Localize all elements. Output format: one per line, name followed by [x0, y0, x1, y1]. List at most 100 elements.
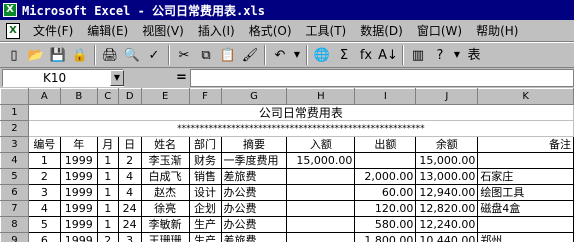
cell[interactable]: 赵杰 [140, 184, 190, 201]
cell[interactable]: 15,000.00 [286, 152, 356, 169]
menu-window[interactable]: 窗口(W) [410, 22, 469, 39]
paste-icon[interactable]: 📋 [217, 44, 239, 66]
cell[interactable]: 1999 [59, 184, 98, 201]
column-header[interactable]: C [96, 88, 119, 105]
open-icon[interactable]: 📂 [25, 44, 47, 66]
copy-icon[interactable]: ⧉ [195, 44, 217, 66]
cell[interactable]: 办公费 [220, 216, 288, 233]
cell[interactable]: 6 [27, 232, 61, 242]
cell[interactable]: 郑州 [477, 232, 574, 242]
permission-icon[interactable]: 🔒 [69, 44, 91, 66]
cell[interactable]: 24 [117, 216, 142, 233]
cell[interactable]: 绘图工具 [477, 184, 574, 201]
cell[interactable]: 4 [27, 200, 61, 217]
column-header[interactable]: E [140, 88, 190, 105]
save-icon[interactable]: 💾 [47, 44, 69, 66]
cell[interactable]: 财务 [188, 152, 222, 169]
menu-edit[interactable]: 编辑(E) [80, 22, 135, 39]
chart-wizard-icon[interactable]: ▥ [407, 44, 429, 66]
row-header[interactable]: 5 [0, 168, 29, 185]
cell[interactable]: 2 [27, 168, 61, 185]
row-header[interactable]: 9 [0, 232, 29, 242]
cell[interactable]: 4 [117, 168, 142, 185]
column-header[interactable]: J [415, 88, 479, 105]
cell[interactable]: 2 [96, 232, 119, 242]
cell[interactable]: 15,000.00 [415, 152, 479, 169]
cell[interactable] [286, 216, 356, 233]
cell[interactable]: 差旅费 [220, 168, 288, 185]
cell[interactable]: 120.00 [354, 200, 417, 217]
cell[interactable]: 1999 [59, 152, 98, 169]
help-icon[interactable]: ? [429, 44, 451, 66]
cell[interactable]: 3 [117, 232, 142, 242]
cell[interactable]: 办公费 [220, 200, 288, 217]
stars-divider-cell[interactable]: ****************************************… [27, 120, 574, 137]
row-header[interactable]: 4 [0, 152, 29, 169]
column-header[interactable]: D [117, 88, 142, 105]
cell[interactable]: 4 [117, 184, 142, 201]
header-cell[interactable]: 部门 [188, 136, 222, 153]
cell[interactable]: 一季度费用 [220, 152, 288, 169]
cell[interactable] [286, 232, 356, 242]
cell[interactable]: 1,800.00 [354, 232, 417, 242]
cell[interactable] [477, 216, 574, 233]
cell[interactable]: 石家庄 [477, 168, 574, 185]
row-header[interactable]: 7 [0, 200, 29, 217]
undo-icon[interactable]: ↶ [269, 44, 291, 66]
menu-file[interactable]: 文件(F) [26, 22, 80, 39]
cell[interactable]: 580.00 [354, 216, 417, 233]
print-icon[interactable]: 🖨 [99, 44, 121, 66]
cell[interactable]: 办公费 [220, 184, 288, 201]
header-cell[interactable]: 余额 [415, 136, 479, 153]
cell[interactable]: 2,000.00 [354, 168, 417, 185]
cell[interactable] [286, 200, 356, 217]
cell[interactable]: 5 [27, 216, 61, 233]
column-header[interactable]: I [354, 88, 417, 105]
name-box-dropdown-icon[interactable]: ▼ [110, 70, 124, 86]
cell[interactable]: 12,820.00 [415, 200, 479, 217]
menu-view[interactable]: 视图(V) [135, 22, 191, 39]
cell[interactable]: 销售 [188, 168, 222, 185]
menu-help[interactable]: 帮助(H) [469, 22, 525, 39]
cell[interactable]: 1999 [59, 200, 98, 217]
new-icon[interactable]: ▯ [3, 44, 25, 66]
header-cell[interactable]: 摘要 [220, 136, 288, 153]
workbook-icon[interactable]: X [6, 22, 20, 39]
table-label[interactable]: 表 [463, 44, 485, 66]
row-header[interactable]: 1 [0, 104, 29, 121]
cell[interactable]: 生产 [188, 216, 222, 233]
cell[interactable]: 60.00 [354, 184, 417, 201]
hyperlink-icon[interactable]: 🌐 [311, 44, 333, 66]
cell[interactable]: 1 [96, 216, 119, 233]
row-header[interactable]: 3 [0, 136, 29, 153]
row-header[interactable]: 6 [0, 184, 29, 201]
header-cell[interactable]: 入额 [286, 136, 356, 153]
header-cell[interactable]: 姓名 [140, 136, 190, 153]
menu-format[interactable]: 格式(O) [242, 22, 299, 39]
cell[interactable] [477, 152, 574, 169]
menu-tools[interactable]: 工具(T) [299, 22, 354, 39]
name-box[interactable]: K10 [2, 69, 124, 87]
cell[interactable]: 李敏新 [140, 216, 190, 233]
cell[interactable]: 王珊珊 [140, 232, 190, 242]
cell[interactable] [286, 168, 356, 185]
menu-data[interactable]: 数据(D) [353, 22, 410, 39]
format-painter-icon[interactable]: 🖌 [239, 44, 261, 66]
header-cell[interactable]: 日 [117, 136, 142, 153]
print-preview-icon[interactable]: 🔍 [121, 44, 143, 66]
cell[interactable]: 3 [27, 184, 61, 201]
cell[interactable]: 徐亮 [140, 200, 190, 217]
header-cell[interactable]: 编号 [27, 136, 61, 153]
column-header[interactable]: A [27, 88, 61, 105]
cell[interactable]: 2 [117, 152, 142, 169]
cell[interactable]: 24 [117, 200, 142, 217]
cell[interactable]: 白成飞 [140, 168, 190, 185]
row-header[interactable]: 2 [0, 120, 29, 137]
spelling-icon[interactable]: ✓ [143, 44, 165, 66]
column-header[interactable]: F [188, 88, 222, 105]
undo-dropdown-icon[interactable]: ▼ [291, 44, 303, 66]
cell[interactable]: 1999 [59, 168, 98, 185]
menu-insert[interactable]: 插入(I) [191, 22, 242, 39]
cell[interactable]: 1 [96, 152, 119, 169]
cell[interactable]: 1999 [59, 216, 98, 233]
